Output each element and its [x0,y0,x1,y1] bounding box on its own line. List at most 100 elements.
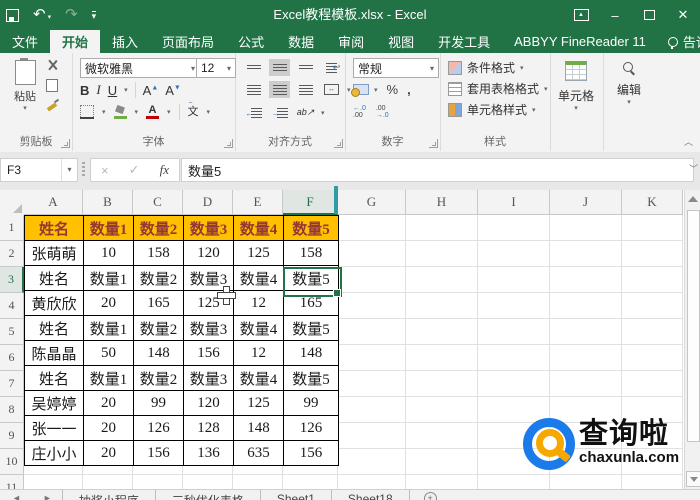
chevron-down-icon[interactable]: ▾ [61,159,77,181]
bold-button[interactable]: B [80,83,89,98]
cell-D10[interactable]: 136 [183,440,234,466]
column-header-D[interactable]: D [183,190,233,215]
column-header-H[interactable]: H [406,190,478,215]
fill-handle[interactable] [333,289,341,297]
ribbon-tab-文件[interactable]: 文件 [0,30,50,53]
phonetic-guide-icon[interactable]: 文 [188,98,199,118]
cell-F5[interactable]: 数量5 [283,315,339,341]
underline-button[interactable]: U [108,83,117,98]
increase-decimal-button[interactable]: ←.0.00 [353,105,366,119]
sheet-tab-Sheet1[interactable]: Sheet1 [261,490,332,500]
cell-D7[interactable]: 数量3 [183,365,234,391]
sheet-tab-Sheet18[interactable]: Sheet18 [332,490,410,500]
cut-icon[interactable] [46,59,59,72]
comma-style-button[interactable]: , [407,82,411,97]
insert-function-icon[interactable]: fx [160,162,169,178]
cell-F7[interactable]: 数量5 [283,365,339,391]
cell-F1[interactable]: 数量5 [283,215,339,241]
column-header-F[interactable]: F [283,190,338,215]
cell-C3[interactable]: 数量2 [133,265,184,291]
scroll-up-icon[interactable] [688,196,698,202]
close-button[interactable]: ✕ [666,0,700,30]
sheet-prev-icon[interactable]: ◄ [12,493,21,500]
cell-D9[interactable]: 128 [183,415,234,441]
decrease-decimal-button[interactable]: .00 →.0 [376,105,389,119]
cell-A5[interactable]: 姓名 [24,315,84,341]
format-painter-icon[interactable] [46,99,59,112]
font-color-icon[interactable]: A [146,105,159,119]
column-header-K[interactable]: K [622,190,683,215]
ribbon-tab-开始[interactable]: 开始 [50,30,101,53]
row-header-2[interactable]: 2 [0,241,24,267]
cell-E6[interactable]: 12 [233,340,284,366]
cell-C2[interactable]: 158 [133,240,184,266]
cell-E10[interactable]: 635 [233,440,284,466]
column-header-G[interactable]: G [338,190,406,215]
cell-A7[interactable]: 姓名 [24,365,84,391]
cell-E5[interactable]: 数量4 [233,315,284,341]
cell-E1[interactable]: 数量4 [233,215,284,241]
cell-D6[interactable]: 156 [183,340,234,366]
sheet-tab-三秒优化表格[interactable]: 三秒优化表格 [156,490,261,500]
formula-input[interactable]: 数量5 [181,158,694,182]
align-top-button[interactable] [243,59,264,76]
row-header-3[interactable]: 3 [0,267,24,293]
accounting-format-icon[interactable] [351,84,369,97]
save-icon[interactable] [6,8,19,22]
ribbon-tab-ABBYY FineReader 11[interactable]: ABBYY FineReader 11 [502,30,658,53]
number-dialog-launcher-icon[interactable] [429,139,438,148]
column-header-I[interactable]: I [478,190,550,215]
cell-B3[interactable]: 数量1 [83,265,134,291]
ribbon-tab-审阅[interactable]: 审阅 [326,30,376,53]
editing-button[interactable]: 编辑 ▾ [606,58,652,106]
cell-A1[interactable]: 姓名 [24,215,84,241]
ribbon-tab-视图[interactable]: 视图 [376,30,426,53]
name-box[interactable]: F3 ▾ [0,158,78,182]
cell-C10[interactable]: 156 [133,440,184,466]
cell-B2[interactable]: 10 [83,240,134,266]
collapse-ribbon-icon[interactable]: ︿ [684,135,693,148]
cancel-icon[interactable]: × [101,163,109,178]
cell-A8[interactable]: 吴婷婷 [24,390,84,416]
cell-D5[interactable]: 数量3 [183,315,234,341]
column-header-E[interactable]: E [233,190,283,215]
borders-icon[interactable] [80,105,94,119]
cell-E8[interactable]: 125 [233,390,284,416]
undo-button[interactable]: ↶ ▾ [33,6,51,24]
align-bottom-button[interactable] [295,59,316,76]
minimize-button[interactable]: – [598,0,632,30]
cell-C1[interactable]: 数量2 [133,215,184,241]
ribbon-tab-插入[interactable]: 插入 [100,30,150,53]
cell-E9[interactable]: 148 [233,415,284,441]
alignment-dialog-launcher-icon[interactable] [334,139,343,148]
cell-E4[interactable]: 12 [233,290,284,316]
font-dialog-launcher-icon[interactable] [224,139,233,148]
shrink-font-button[interactable]: A▼ [165,83,181,98]
row-header-5[interactable]: 5 [0,319,24,345]
maximize-button[interactable] [632,0,666,30]
cell-A4[interactable]: 黄欣欣 [24,290,84,316]
column-header-A[interactable]: A [24,190,83,215]
cell-B1[interactable]: 数量1 [83,215,134,241]
name-box-gripper[interactable] [82,162,85,176]
cell-B10[interactable]: 20 [83,440,134,466]
ribbon-tab-开发工具[interactable]: 开发工具 [426,30,502,53]
column-header-J[interactable]: J [550,190,622,215]
tell-me-button[interactable]: 告诉我... [658,30,700,53]
row-header-8[interactable]: 8 [0,397,24,423]
ribbon-tab-页面布局[interactable]: 页面布局 [150,30,226,53]
wrap-text-icon[interactable]: ↩ [321,59,342,76]
row-header-7[interactable]: 7 [0,371,24,397]
cell-F6[interactable]: 148 [283,340,339,366]
expand-formula-bar-icon[interactable]: ﹀ [689,162,698,175]
vertical-scrollbar[interactable] [684,190,700,489]
scroll-down-icon[interactable] [686,471,700,487]
sheet-tab-抽奖小程序[interactable]: 抽奖小程序 [61,490,156,500]
row-header-4[interactable]: 4 [0,293,24,319]
clipboard-dialog-launcher-icon[interactable] [61,139,70,148]
cell-F9[interactable]: 126 [283,415,339,441]
paste-button[interactable]: 粘贴 ▾ [6,58,44,134]
cell-E7[interactable]: 数量4 [233,365,284,391]
cells-button[interactable]: 单元格 ▾ [553,58,599,112]
cell-B7[interactable]: 数量1 [83,365,134,391]
